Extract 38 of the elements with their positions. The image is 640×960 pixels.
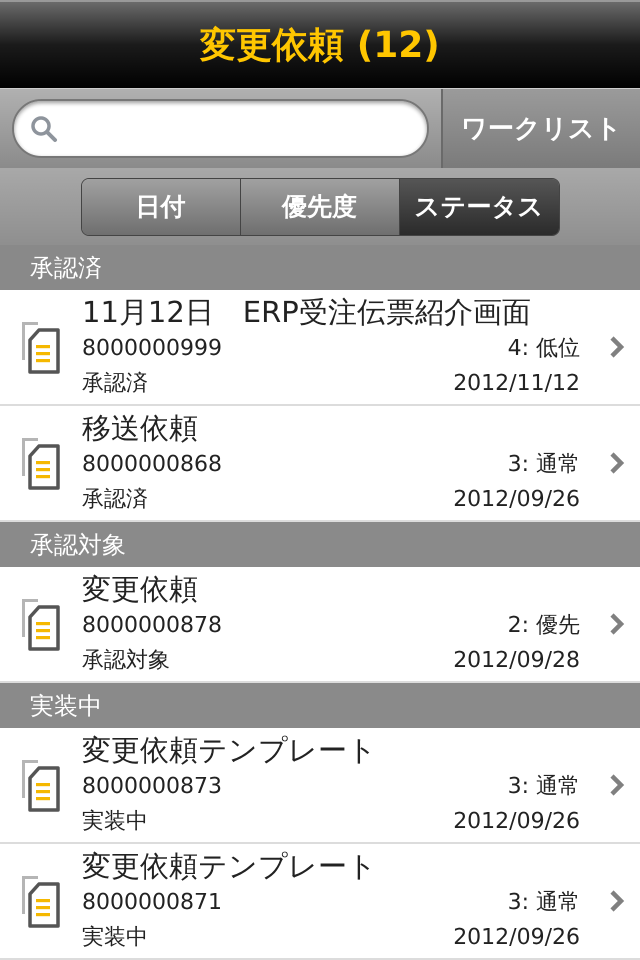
date-label: 2012/11/12	[453, 370, 580, 398]
item-title: 変更依頼	[82, 571, 199, 608]
item-title: 変更依頼テンプレート	[82, 732, 378, 769]
chevron-icon	[609, 612, 625, 636]
request-number: 8000000868	[82, 451, 222, 479]
chevron-icon	[609, 451, 625, 475]
section-header: 実装中	[0, 683, 640, 728]
request-number: 8000000999	[82, 335, 222, 363]
sort-tab[interactable]: ステータス	[400, 178, 558, 234]
section-header: 承認対象	[0, 522, 640, 567]
priority-label: 4: 低位	[508, 335, 580, 363]
request-number: 8000000878	[82, 612, 222, 640]
status-label: 承認済	[82, 370, 148, 398]
status-label: 実装中	[82, 924, 148, 952]
date-label: 2012/09/26	[453, 808, 580, 836]
sort-tab[interactable]: 優先度	[240, 178, 400, 234]
priority-label: 3: 通常	[508, 451, 580, 479]
section-header: 承認済	[0, 245, 640, 290]
chevron-icon	[609, 335, 625, 359]
status-label: 承認対象	[82, 647, 170, 675]
search-icon	[30, 114, 58, 142]
chevron-icon	[609, 889, 625, 913]
priority-label: 3: 通常	[508, 889, 580, 917]
screen-title: 変更依頼 (12)	[200, 24, 440, 68]
date-label: 2012/09/26	[453, 924, 580, 952]
chevron-icon	[609, 773, 625, 797]
status-label: 承認済	[82, 486, 148, 514]
status-label: 実装中	[82, 808, 148, 836]
item-title: 11月12日 ERP受注伝票紹介画面	[82, 294, 532, 331]
date-label: 2012/09/28	[453, 647, 580, 675]
request-number: 8000000873	[82, 773, 222, 801]
date-label: 2012/09/26	[453, 486, 580, 514]
item-title: 移送依頼	[82, 410, 199, 447]
priority-label: 3: 通常	[508, 773, 580, 801]
priority-label: 2: 優先	[508, 612, 580, 640]
item-title: 変更依頼テンプレート	[82, 848, 378, 885]
sort-tab[interactable]: 日付	[82, 178, 240, 234]
request-number: 8000000871	[82, 889, 222, 917]
